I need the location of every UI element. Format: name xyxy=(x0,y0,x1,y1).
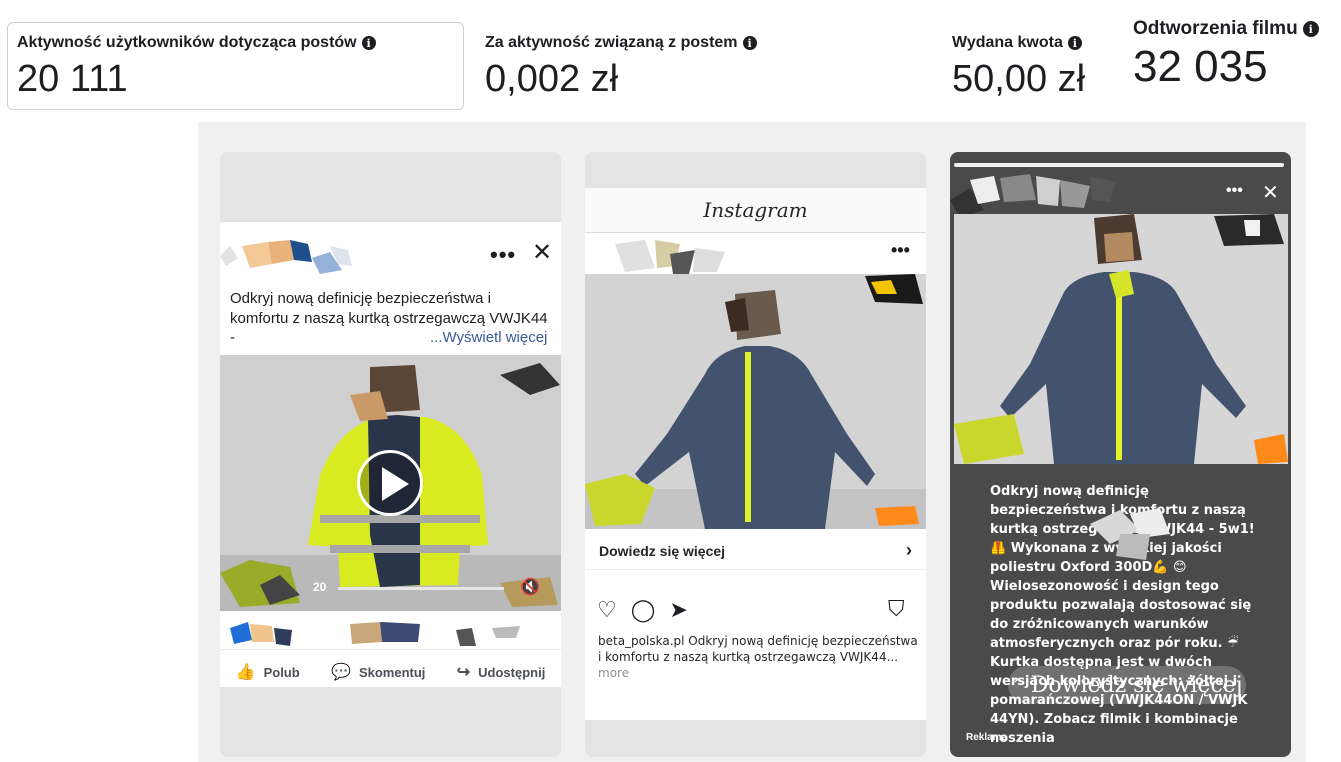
chevron-up-icon: ⌃ xyxy=(1011,677,1025,694)
chevron-right-icon: › xyxy=(906,540,912,560)
like-label: Polub xyxy=(263,664,300,680)
video-progress-bar[interactable] xyxy=(338,587,504,590)
share-icon: ↪ xyxy=(456,664,471,681)
post-actions: 👍 Polub 💬 Skomentuj ↪ Udostępnij xyxy=(220,657,561,687)
more-options-icon[interactable]: ••• xyxy=(1226,182,1243,200)
share-label: Udostępnij xyxy=(478,664,546,680)
heart-icon[interactable]: ♡ xyxy=(597,597,617,623)
metric-label: Za aktywność związaną z postem xyxy=(485,34,738,51)
like-button[interactable]: 👍 Polub xyxy=(236,662,300,682)
more-options-icon[interactable]: ••• xyxy=(891,240,910,261)
facebook-feed-preview: ••• ✕ Odkryj nową definicję bezpieczeńst… xyxy=(220,152,561,757)
close-icon[interactable]: ✕ xyxy=(532,238,552,267)
info-icon[interactable]: i xyxy=(742,36,757,50)
comment-icon[interactable]: ◯ xyxy=(631,597,656,623)
cta-label: Dowiedz się więcej xyxy=(1030,672,1243,698)
metric-value: 32 035 xyxy=(1133,42,1268,91)
info-icon[interactable]: i xyxy=(1302,21,1319,37)
instagram-video[interactable] xyxy=(585,274,926,529)
instagram-feed-preview: Instagram ••• Dowiedz się więcej › ♡ ◯ ➤… xyxy=(585,152,926,757)
see-more-link[interactable]: ...Wyświetl więcej xyxy=(430,328,547,348)
instagram-caption: beta_polska.pl Odkryj nową definicję bez… xyxy=(598,633,918,681)
instagram-logo: Instagram xyxy=(703,198,808,222)
comment-icon: 💬 xyxy=(331,664,351,681)
blurred-account xyxy=(950,174,1116,218)
video-time: 20 xyxy=(313,580,327,594)
more-options-icon[interactable]: ••• xyxy=(490,242,516,268)
metric-label: Wydana kwota xyxy=(952,34,1063,51)
instagram-header: Instagram xyxy=(585,188,926,233)
blurred-reactions xyxy=(230,622,520,646)
metric-cost-per-engagement: Za aktywność związaną z postem i 0,002 zł xyxy=(485,34,757,101)
metric-value: 20 111 xyxy=(17,58,128,100)
play-icon xyxy=(382,467,409,501)
story-preview: ••• ✕ Odkryj nową definicję bezpieczeńst… xyxy=(950,152,1291,757)
sponsored-label: Reklama xyxy=(966,732,1008,743)
divider xyxy=(220,649,561,650)
like-icon: 👍 xyxy=(235,664,256,681)
more-link[interactable]: more xyxy=(598,666,629,680)
close-icon[interactable]: ✕ xyxy=(1262,180,1279,205)
metric-video-plays: Odtworzenia filmu i 32 035 xyxy=(1133,18,1319,92)
share-button[interactable]: ↪ Udostępnij xyxy=(457,662,546,682)
metric-engagement: Aktywność użytkowników dotycząca postów i… xyxy=(17,34,376,101)
send-icon[interactable]: ➤ xyxy=(669,597,687,623)
cta-bar[interactable]: Dowiedz się więcej › xyxy=(585,532,926,570)
info-icon[interactable]: i xyxy=(1067,36,1082,50)
video-player[interactable]: 20 🔇 xyxy=(220,355,561,611)
metric-value: 0,002 zł xyxy=(485,58,619,100)
metric-label: Odtworzenia filmu xyxy=(1133,18,1298,39)
instagram-actions: ♡ ◯ ➤ xyxy=(597,597,688,623)
story-cta-button[interactable]: ⌃ Dowiedz się więcej xyxy=(1008,666,1246,704)
metric-label: Aktywność użytkowników dotycząca postów xyxy=(17,34,357,51)
story-video[interactable] xyxy=(954,214,1288,464)
comment-button[interactable]: 💬 Skomentuj xyxy=(331,662,425,682)
metric-value: 50,00 zł xyxy=(952,58,1086,100)
account-name[interactable]: beta_polska.pl xyxy=(598,634,684,648)
comment-label: Skomentuj xyxy=(358,664,426,680)
blurred-account xyxy=(615,240,725,274)
blurred-overlay xyxy=(1090,508,1170,560)
mute-icon[interactable]: 🔇 xyxy=(520,577,540,597)
blurred-page-name xyxy=(220,240,352,274)
story-progress-bar xyxy=(954,163,1284,167)
bookmark-icon[interactable]: ⛉ xyxy=(888,596,905,622)
play-button[interactable] xyxy=(357,450,423,516)
video-frame xyxy=(954,214,1288,464)
info-icon[interactable]: i xyxy=(361,36,376,50)
cta-label: Dowiedz się więcej xyxy=(599,542,726,559)
video-frame xyxy=(585,274,926,529)
metric-amount-spent: Wydana kwota i 50,00 zł xyxy=(952,34,1085,101)
